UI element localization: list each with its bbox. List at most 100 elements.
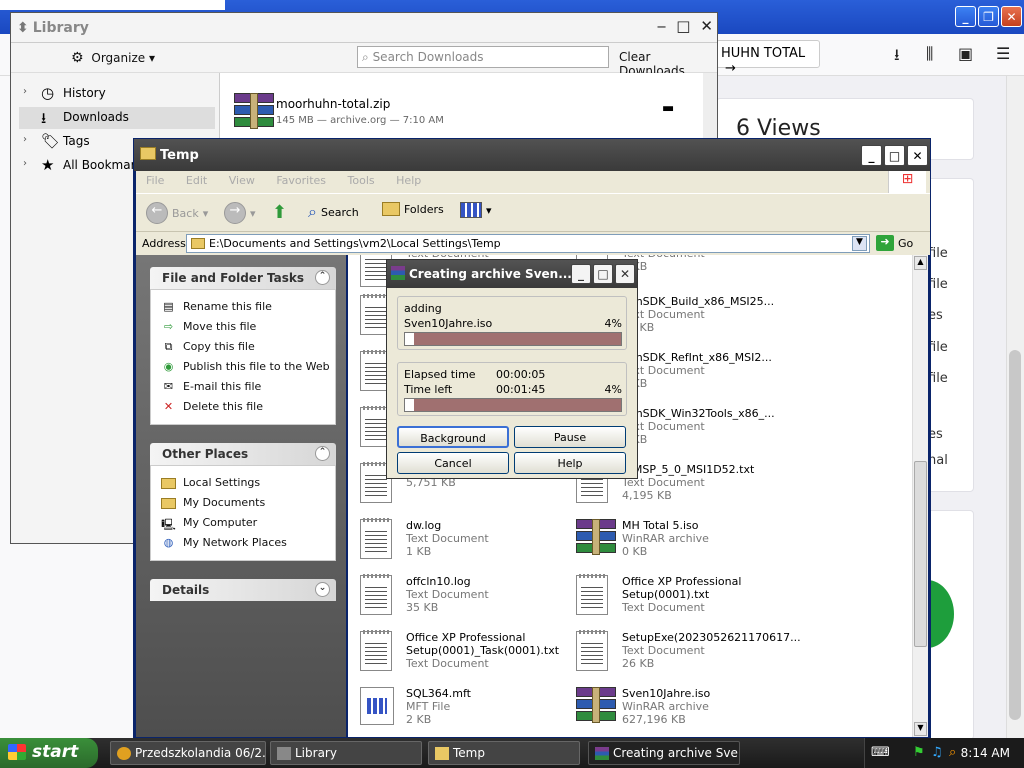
file-tasks-header[interactable]: File and Folder Tasks ⌃ <box>150 267 336 289</box>
background-button[interactable]: Background <box>397 426 509 448</box>
task-publish[interactable]: ◉ Publish this file to the Web <box>161 360 330 373</box>
close-button[interactable]: ✕ <box>907 145 928 166</box>
winrar-progress-dialog: Creating archive Sven... _ □ ✕ adding Sv… <box>386 259 638 479</box>
collapse-icon[interactable]: ⌃ <box>315 446 330 461</box>
address-input[interactable]: E:\Documents and Settings\vm2\Local Sett… <box>186 234 870 253</box>
chevron-down-icon[interactable]: ▼ <box>852 236 867 251</box>
close-button[interactable]: ✕ <box>700 17 713 35</box>
file-item[interactable]: Office XP Professional Setup(0001)_Task(… <box>360 630 580 681</box>
organize-button[interactable]: ⚙ Organize ▾ <box>71 50 155 66</box>
email-icon: ✉ <box>163 380 174 393</box>
maximize-button[interactable]: □ <box>593 264 613 284</box>
file-item[interactable]: offcln10.log Text Document 35 KB <box>360 574 580 625</box>
forward-button[interactable]: → ▾ <box>224 202 256 224</box>
menu-help[interactable]: Help <box>396 174 421 187</box>
search-icon[interactable]: ⌕ <box>949 745 956 760</box>
search-downloads-input[interactable]: ⌕ Search Downloads <box>357 46 609 68</box>
menu-view[interactable]: View <box>229 174 255 187</box>
search-suggestion-pill[interactable]: HUHN TOTAL → <box>716 40 820 76</box>
download-name[interactable]: moorhuhn-total.zip <box>276 97 390 111</box>
task-rename[interactable]: ▤ Rename this file <box>161 300 272 313</box>
folders-button[interactable]: Folders <box>382 202 444 216</box>
pause-button[interactable]: Pause <box>514 426 626 448</box>
views-button[interactable]: ▾ <box>460 202 492 218</box>
task-delete[interactable]: ✕ Delete this file <box>161 400 263 413</box>
folder-icon[interactable]: ▬ <box>662 101 674 116</box>
file-item[interactable]: dw.log Text Document 1 KB <box>360 518 580 569</box>
search-button[interactable]: ⌕ Search <box>308 202 359 222</box>
expand-icon[interactable]: ⌄ <box>315 582 330 597</box>
place-my-documents[interactable]: My Documents <box>161 496 265 509</box>
help-button[interactable]: Help <box>514 452 626 474</box>
tree-item-downloads[interactable]: ⭳ Downloads <box>19 107 215 129</box>
task-move[interactable]: ⇨ Move this file <box>161 320 256 333</box>
place-my-computer[interactable]: 🖳 My Computer <box>161 516 257 531</box>
volume-icon[interactable]: ♫ <box>931 745 943 760</box>
other-places-header[interactable]: Other Places ⌃ <box>150 443 336 465</box>
collapse-icon[interactable]: ⌃ <box>315 270 330 285</box>
twisty-icon[interactable]: › <box>23 158 27 169</box>
file-item[interactable]: SQL364.mft MFT File 2 KB <box>360 687 580 737</box>
library-icon[interactable]: ⫼ <box>926 44 933 64</box>
scroll-thumb[interactable] <box>914 461 927 647</box>
task-copy[interactable]: ⧉ Copy this file <box>161 340 255 353</box>
minimize-button[interactable]: _ <box>861 145 882 166</box>
menu-icon[interactable]: ☰ <box>996 44 1010 63</box>
minimize-button[interactable]: ‒ <box>657 17 667 35</box>
place-local-settings[interactable]: Local Settings <box>161 476 260 489</box>
start-button[interactable]: start <box>0 738 98 768</box>
taskbar-item-temp[interactable]: Temp <box>428 741 580 765</box>
menu-edit[interactable]: Edit <box>186 174 207 187</box>
file-item[interactable]: Sven10Jahre.iso WinRAR archive 627,196 KB <box>576 687 796 737</box>
browser-tab[interactable] <box>0 0 225 10</box>
file-progress-bar <box>404 332 622 346</box>
details-header[interactable]: Details ⌄ <box>150 579 336 601</box>
minimize-button[interactable]: _ <box>955 6 976 27</box>
file-item[interactable]: MH Total 5.iso WinRAR archive 0 KB <box>576 519 796 569</box>
file-name: SetupExe(2023052621170617... <box>622 631 801 644</box>
menu-tools[interactable]: Tools <box>348 174 375 187</box>
menu-favorites[interactable]: Favorites <box>276 174 326 187</box>
minimize-button[interactable]: _ <box>571 264 591 284</box>
task-email[interactable]: ✉ E-mail this file <box>161 380 261 393</box>
back-button[interactable]: ← Back ▾ <box>146 202 208 224</box>
tree-item-history[interactable]: › ◷ History <box>19 83 215 105</box>
text-document-icon <box>360 518 392 559</box>
views-icon <box>460 202 482 218</box>
file-type: Text Document <box>622 644 705 657</box>
close-button[interactable]: ✕ <box>615 264 635 284</box>
browser-scroll-thumb[interactable] <box>1009 350 1021 720</box>
file-item[interactable]: Office XP Professional Setup(0001).txt Te… <box>576 574 796 625</box>
file-size: 35 KB <box>406 601 439 614</box>
go-button[interactable]: ➜ Go <box>876 235 913 251</box>
up-folder-button[interactable]: ⬆ <box>272 202 287 223</box>
scroll-down-icon[interactable]: ▼ <box>914 722 927 736</box>
sidebar-icon[interactable]: ▣ <box>958 44 973 63</box>
twisty-icon[interactable]: › <box>23 134 27 145</box>
download-icon[interactable]: ⭳ <box>894 44 900 71</box>
file-list-scrollbar[interactable]: ▲ ▼ <box>912 255 928 737</box>
maximize-button[interactable]: □ <box>884 145 905 166</box>
file-name: MH Total 5.iso <box>622 519 699 532</box>
copy-icon: ⧉ <box>164 340 173 353</box>
taskbar-item-label: Temp <box>453 746 485 760</box>
place-my-network-places[interactable]: ◍ My Network Places <box>161 536 287 549</box>
taskbar-item-library[interactable]: Library <box>270 741 422 765</box>
menu-bar: File Edit View Favorites Tools Help ⊞ <box>136 171 930 193</box>
cancel-button[interactable]: Cancel <box>397 452 509 474</box>
maximize-button[interactable]: □ <box>676 17 690 35</box>
clock[interactable]: 8:14 AM <box>961 746 1010 760</box>
twisty-icon[interactable]: › <box>23 86 27 97</box>
winrar-archive-icon <box>576 519 616 555</box>
file-item[interactable]: SetupExe(2023052621170617... Text Documen… <box>576 630 801 681</box>
search-icon: ⌕ <box>362 50 369 64</box>
network-icon[interactable]: ⚑ <box>913 745 925 760</box>
taskbar-item-creating-archive[interactable]: Creating archive Sve... <box>588 741 740 765</box>
menu-file[interactable]: File <box>146 174 164 187</box>
taskbar-item-przedszkolandia[interactable]: Przedszkolandia 06/2... <box>110 741 266 765</box>
start-label: start <box>32 742 79 762</box>
scroll-up-icon[interactable]: ▲ <box>914 256 927 270</box>
keyboard-icon[interactable]: ⌨ <box>871 745 890 760</box>
close-button[interactable]: ✕ <box>1001 6 1022 27</box>
maximize-button[interactable]: ❐ <box>978 6 999 27</box>
